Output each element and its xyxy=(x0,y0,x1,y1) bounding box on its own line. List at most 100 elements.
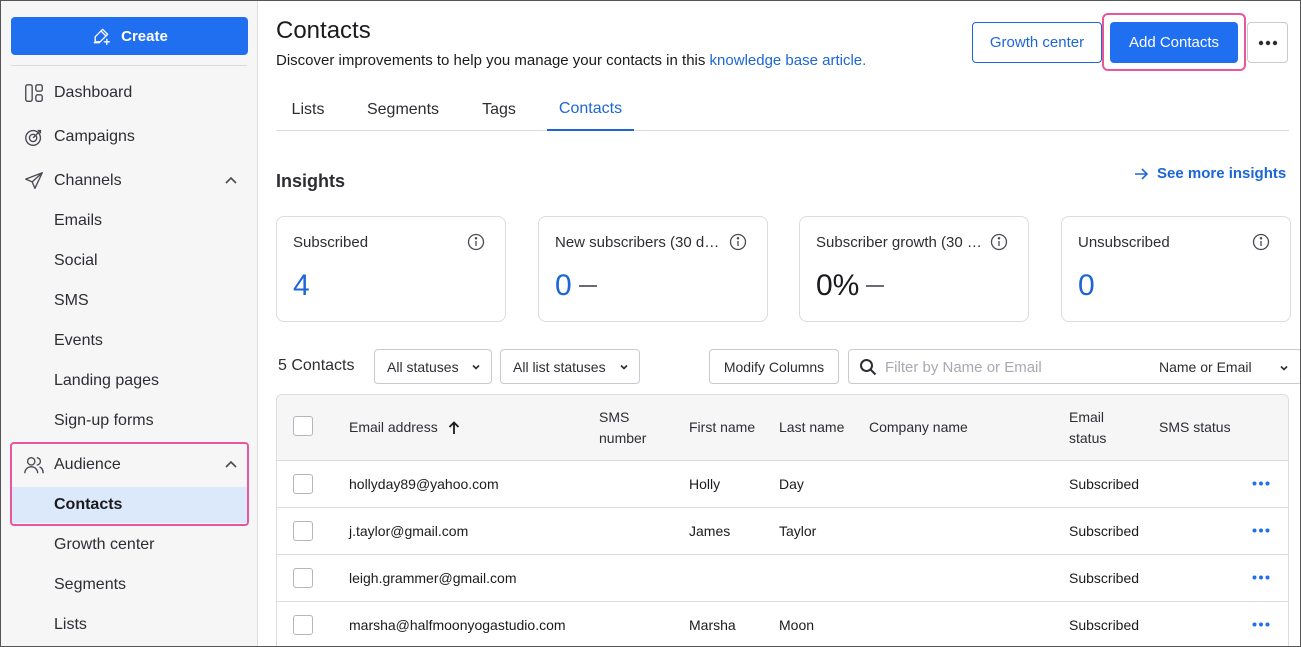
tab-lists[interactable]: Lists xyxy=(276,89,340,131)
sidebar-item-channels[interactable]: Channels xyxy=(11,161,248,201)
table-row[interactable]: hollyday89@yahoo.com Holly Day Subscribe… xyxy=(277,461,1288,508)
row-actions-button[interactable] xyxy=(1251,523,1271,537)
sidebar-subitem-label: Emails xyxy=(54,212,103,229)
insight-card-subscribed: Subscribed 4 xyxy=(276,216,506,322)
sidebar-item-dashboard[interactable]: Dashboard xyxy=(11,73,248,113)
status-select-value: All statuses xyxy=(387,358,459,375)
contacts-count: 5 Contacts xyxy=(278,357,355,374)
column-header-label: status xyxy=(1069,430,1107,446)
info-icon[interactable] xyxy=(729,233,747,251)
cell-last-name: Moon xyxy=(779,617,815,633)
row-actions-button[interactable] xyxy=(1251,570,1271,584)
row-checkbox[interactable] xyxy=(293,474,313,494)
cell-first-name: Marsha xyxy=(689,617,736,633)
sidebar-subitem-label: Lists xyxy=(54,616,87,633)
sidebar-item-events[interactable]: Events xyxy=(11,323,248,359)
column-header-label: Email xyxy=(1069,409,1105,425)
modify-columns-button[interactable]: Modify Columns xyxy=(709,349,839,384)
table-row[interactable]: j.taylor@gmail.com James Taylor Subscrib… xyxy=(277,508,1288,555)
search-type-select[interactable]: Name or Email xyxy=(1159,359,1252,375)
cell-email-status: Subscribed xyxy=(1069,523,1140,539)
add-contacts-button[interactable]: Add Contacts xyxy=(1110,22,1238,63)
column-header-last-name[interactable]: Last name xyxy=(779,417,844,438)
create-label: Create xyxy=(121,27,168,45)
cell-last-name: Taylor xyxy=(779,523,817,539)
table-row[interactable]: leigh.grammer@gmail.com Subscribed xyxy=(277,555,1288,602)
see-more-label: See more insights xyxy=(1157,165,1287,182)
more-horizontal-icon xyxy=(1252,481,1270,485)
more-horizontal-icon xyxy=(1252,622,1270,626)
sort-ascending-icon[interactable] xyxy=(448,420,460,435)
column-header-label: number xyxy=(599,430,647,446)
row-actions-button[interactable] xyxy=(1251,617,1271,631)
create-button[interactable]: Create xyxy=(11,17,248,55)
insight-card-subscriber-growth: Subscriber growth (30 days) 0% xyxy=(799,216,1029,322)
cell-first-name: James xyxy=(689,523,731,539)
cell-email-status: Subscribed xyxy=(1069,476,1140,492)
sidebar-subitem-label: Social xyxy=(54,252,98,269)
sidebar-subitem-label: Events xyxy=(54,332,103,349)
chevron-up-icon[interactable] xyxy=(224,174,238,188)
sidebar-divider xyxy=(11,65,247,66)
main-content: Contacts Discover improvements to help y… xyxy=(259,1,1300,646)
card-value: 0 xyxy=(555,269,572,302)
row-actions-button[interactable] xyxy=(1251,476,1271,490)
tab-tags[interactable]: Tags xyxy=(466,89,532,131)
growth-center-button[interactable]: Growth center xyxy=(972,22,1102,63)
sidebar-subitem-label: Growth center xyxy=(54,536,155,553)
sidebar-item-social[interactable]: Social xyxy=(11,243,248,279)
column-header-first-name[interactable]: First name xyxy=(689,417,755,438)
dashboard-icon xyxy=(23,82,45,104)
tab-segments[interactable]: Segments xyxy=(352,89,454,131)
column-header-label: SMS xyxy=(599,409,630,425)
sidebar-item-sms[interactable]: SMS xyxy=(11,283,248,319)
tab-contacts[interactable]: Contacts xyxy=(547,89,634,131)
select-all-checkbox[interactable] xyxy=(293,416,313,436)
sidebar-item-lists[interactable]: Lists xyxy=(11,607,248,643)
cell-email: j.taylor@gmail.com xyxy=(349,523,469,539)
card-label: New subscribers (30 days) xyxy=(555,234,723,251)
table-header: Email address SMS number First name Last… xyxy=(277,395,1288,461)
sidebar-subitem-label: Sign-up forms xyxy=(54,412,154,429)
column-header-sms-status[interactable]: SMS status xyxy=(1159,417,1231,438)
sidebar-item-signup-forms[interactable]: Sign-up forms xyxy=(11,403,248,439)
table-row[interactable]: marsha@halfmoonyogastudio.com Marsha Moo… xyxy=(277,602,1288,646)
sidebar-item-segments[interactable]: Segments xyxy=(11,567,248,603)
trend-flat-icon xyxy=(866,285,885,287)
column-header-email[interactable]: Email address xyxy=(349,417,460,438)
tab-bar: Lists Segments Tags Contacts xyxy=(276,89,1289,131)
row-checkbox[interactable] xyxy=(293,568,313,588)
card-label: Subscribed xyxy=(293,234,369,251)
insight-card-unsubscribed: Unsubscribed 0 xyxy=(1061,216,1291,322)
more-options-button[interactable] xyxy=(1247,22,1288,63)
card-value: 0 xyxy=(1078,269,1095,302)
sidebar-item-emails[interactable]: Emails xyxy=(11,203,248,239)
status-select[interactable]: All statuses xyxy=(374,349,492,384)
sidebar-item-growth-center[interactable]: Growth center xyxy=(11,527,248,563)
info-icon[interactable] xyxy=(1252,233,1270,251)
info-icon[interactable] xyxy=(990,233,1008,251)
row-checkbox[interactable] xyxy=(293,615,313,635)
cell-email-status: Subscribed xyxy=(1069,570,1140,586)
sidebar-item-landing-pages[interactable]: Landing pages xyxy=(11,363,248,399)
see-more-insights-link[interactable]: See more insights xyxy=(1133,165,1286,182)
campaigns-icon xyxy=(23,126,45,148)
knowledge-base-link[interactable]: knowledge base article. xyxy=(710,52,867,69)
column-header-company[interactable]: Company name xyxy=(869,417,968,438)
chevron-down-icon[interactable] xyxy=(1279,363,1289,373)
column-header-label: Email address xyxy=(349,419,438,435)
column-header-email-status[interactable]: Email status xyxy=(1069,407,1106,449)
list-status-select-value: All list statuses xyxy=(513,358,606,375)
chevron-down-icon xyxy=(620,364,628,370)
sidebar: Create Dashboard Campaigns Channels Emai… xyxy=(1,1,258,646)
card-label: Unsubscribed xyxy=(1078,234,1170,251)
row-checkbox[interactable] xyxy=(293,521,313,541)
info-icon[interactable] xyxy=(467,233,485,251)
column-header-sms-number[interactable]: SMS number xyxy=(599,407,646,449)
cell-first-name: Holly xyxy=(689,476,721,492)
cell-email: leigh.grammer@gmail.com xyxy=(349,570,517,586)
list-status-select[interactable]: All list statuses xyxy=(500,349,640,384)
sidebar-item-campaigns[interactable]: Campaigns xyxy=(11,117,248,157)
search-input[interactable] xyxy=(885,356,1145,378)
card-value: 0% xyxy=(816,269,860,302)
